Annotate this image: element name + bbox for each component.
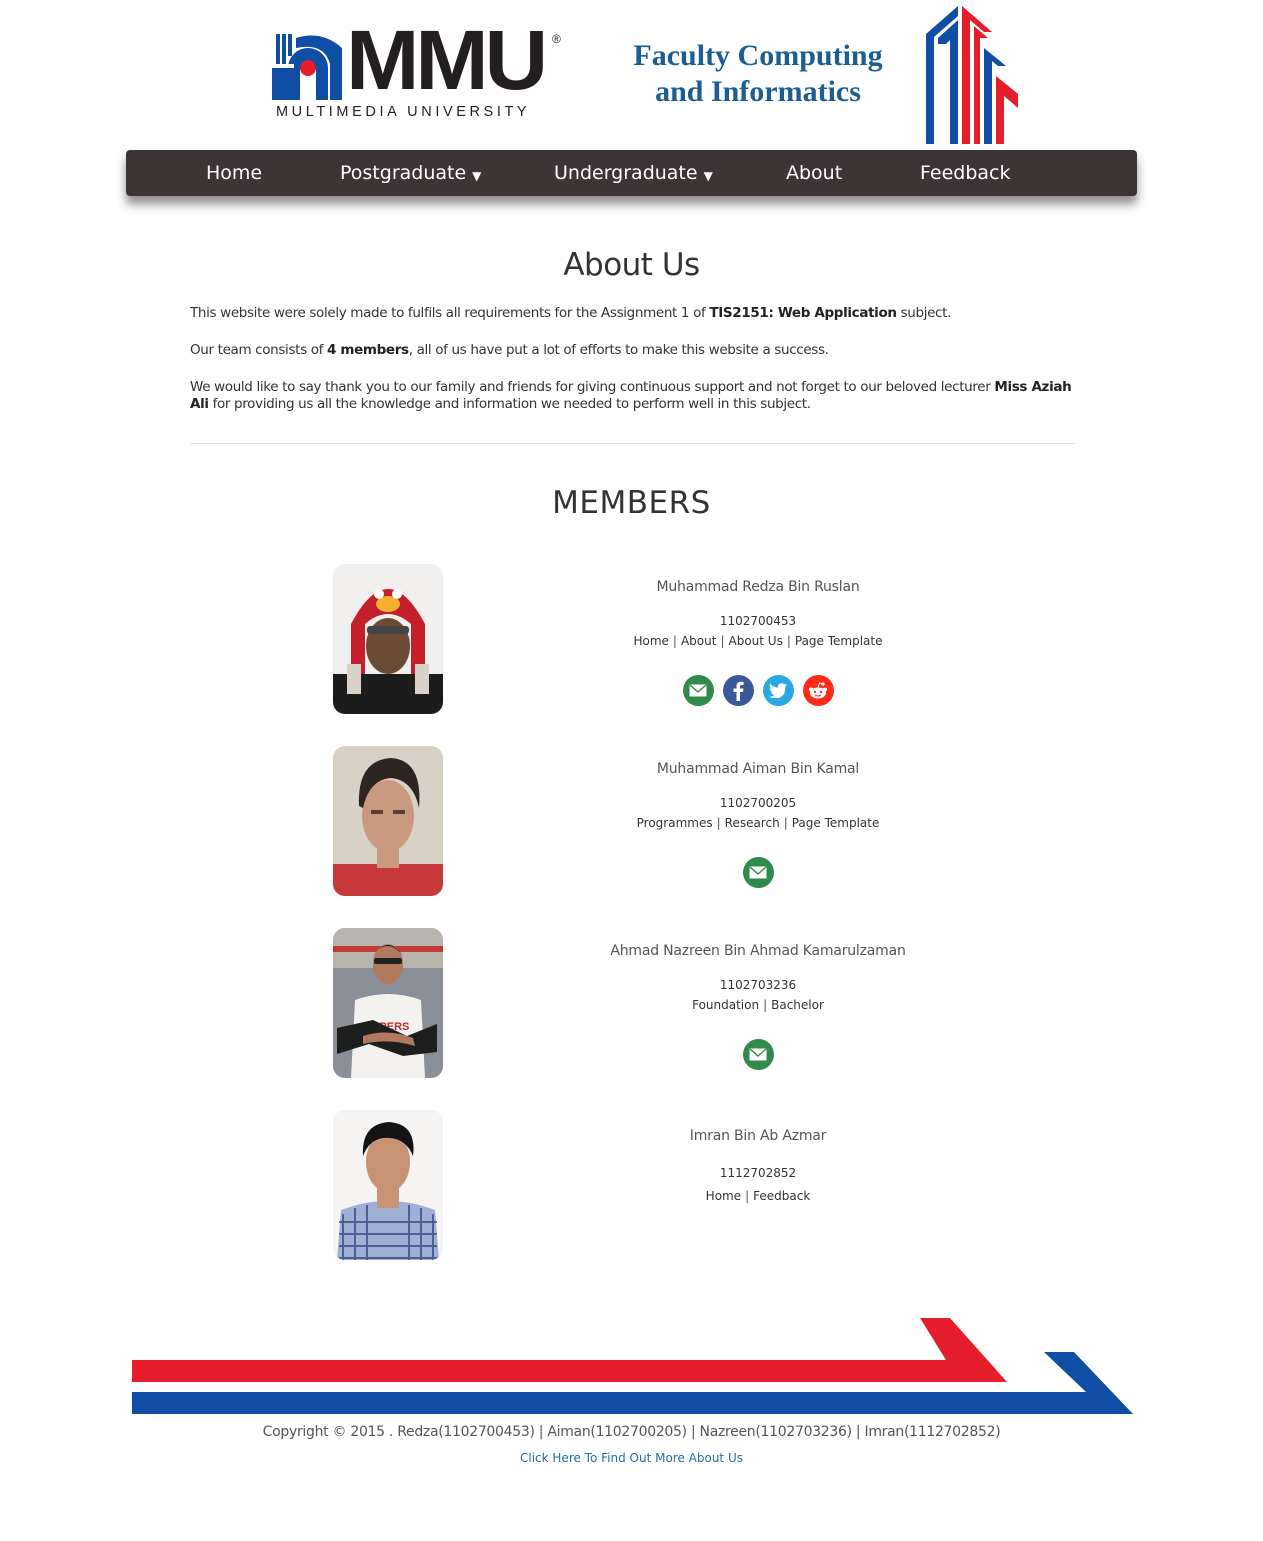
- faculty-title-line-1: Faculty Computing: [633, 39, 883, 72]
- member-card: Imran Bin Ab Azmar 1112702852 Home | Feedb…: [0, 1110, 1263, 1270]
- member-info: Muhammad Redza Bin Ruslan 1102700453 Hom…: [558, 579, 958, 706]
- caret-down-icon: ▼: [472, 169, 482, 183]
- nav-feedback[interactable]: Feedback: [920, 150, 1010, 196]
- site-header: MMU ® MULTIMEDIA UNIVERSITY Faculty Comp…: [0, 0, 1263, 150]
- faculty-arrows-logo-icon: [926, 6, 1018, 144]
- nav-undergraduate[interactable]: Undergraduate ▼: [554, 150, 713, 196]
- member-photo: [333, 746, 443, 896]
- member-link-bachelor[interactable]: Bachelor: [771, 998, 824, 1012]
- member-link-about-us[interactable]: About Us: [729, 634, 783, 648]
- member-name: Ahmad Nazreen Bin Ahmad Kamarulzaman: [610, 943, 906, 959]
- member-link-home[interactable]: Home: [706, 1189, 741, 1203]
- nav-home[interactable]: Home: [206, 150, 262, 196]
- member-link-foundation[interactable]: Foundation: [692, 998, 759, 1012]
- nav-postgraduate-label: Postgraduate: [340, 162, 467, 184]
- member-socials: [558, 1039, 958, 1070]
- member-link-home[interactable]: Home: [633, 634, 668, 648]
- nav-about-label: About: [786, 162, 843, 184]
- member-photo: VIPERS: [333, 928, 443, 1078]
- main-navbar: Home Postgraduate ▼ Undergraduate ▼ About …: [126, 150, 1137, 196]
- member-name: Muhammad Aiman Bin Kamal: [656, 761, 860, 777]
- find-out-more-link[interactable]: Click Here To Find Out More About Us: [0, 1451, 1263, 1465]
- member-socials: [558, 857, 958, 888]
- section-divider: [190, 443, 1075, 444]
- nav-home-label: Home: [206, 162, 263, 184]
- member-socials: [558, 675, 958, 706]
- member-link-feedback[interactable]: Feedback: [753, 1189, 810, 1203]
- member-links: Home | About | About Us | Page Template: [633, 634, 883, 648]
- member-link-programmes[interactable]: Programmes: [637, 816, 713, 830]
- nav-feedback-label: Feedback: [920, 162, 1011, 184]
- about-p2-text: Our team consists of: [190, 342, 327, 358]
- members-title: MEMBERS: [552, 485, 711, 521]
- member-id: 1102700453: [719, 614, 797, 628]
- member-info: Muhammad Aiman Bin Kamal 1102700205 Prog…: [558, 761, 958, 888]
- caret-down-icon: ▼: [703, 169, 713, 183]
- member-id: 1112702852: [719, 1166, 797, 1180]
- about-p2-end: , all of us have put a lot of efforts to…: [408, 342, 829, 358]
- member-info: Ahmad Nazreen Bin Ahmad Kamarulzaman 110…: [558, 943, 958, 1070]
- registered-mark: ®: [552, 32, 561, 46]
- mmu-logo[interactable]: MMU ® MULTIMEDIA UNIVERSITY: [272, 18, 572, 124]
- nav-undergraduate-label: Undergraduate: [554, 162, 698, 184]
- member-info: Imran Bin Ab Azmar 1112702852 Home | Feedb…: [558, 1128, 958, 1203]
- member-card: VIPERS Ahmad Nazreen Bin Ahmad Kamarulza…: [0, 928, 1263, 1088]
- member-link-research[interactable]: Research: [725, 816, 780, 830]
- mmu-subtitle: MULTIMEDIA UNIVERSITY: [276, 104, 531, 120]
- about-p1-text: This website were solely made to fulfils…: [190, 305, 710, 321]
- about-p3-text: We would like to say thank you to our fa…: [190, 379, 995, 395]
- member-links: Home | Feedback: [705, 1189, 811, 1203]
- about-paragraph-1: This website were solely made to fulfils…: [190, 305, 1075, 322]
- faculty-title-line-2: and Informatics: [655, 75, 861, 108]
- twitter-icon[interactable]: [762, 675, 794, 706]
- about-paragraph-2: Our team consists of 4 members, all of u…: [190, 342, 1075, 359]
- member-link-page-template[interactable]: Page Template: [795, 634, 883, 648]
- member-id: 1102700205: [719, 796, 797, 810]
- subject-code: TIS2151: Web Application: [709, 305, 897, 321]
- member-link-about[interactable]: About: [681, 634, 716, 648]
- member-link-page-template[interactable]: Page Template: [792, 816, 880, 830]
- member-photo: [333, 564, 443, 714]
- member-links: Foundation | Bachelor: [692, 998, 824, 1012]
- member-card: Muhammad Aiman Bin Kamal 1102700205 Prog…: [0, 746, 1263, 906]
- member-photo: [333, 1110, 443, 1260]
- nav-postgraduate[interactable]: Postgraduate ▼: [340, 150, 481, 196]
- member-card: Muhammad Redza Bin Ruslan 1102700453 Hom…: [0, 564, 1263, 724]
- about-p1-end: subject.: [896, 305, 952, 321]
- nav-about[interactable]: About: [786, 150, 842, 196]
- member-name: Imran Bin Ab Azmar: [689, 1128, 827, 1144]
- member-links: Programmes | Research | Page Template: [636, 816, 880, 830]
- mmu-wordmark: MMU: [346, 13, 548, 107]
- copyright-text: Copyright © 2015 . Redza(1102700453) | A…: [262, 1424, 1001, 1440]
- email-icon[interactable]: [742, 1039, 774, 1070]
- about-p3-end: for providing us all the knowledge and i…: [208, 396, 811, 412]
- footer-arrows-icon: [132, 1318, 1133, 1414]
- member-id: 1102703236: [719, 978, 797, 992]
- about-title: About Us: [563, 247, 700, 283]
- about-paragraph-3: We would like to say thank you to our fa…: [190, 379, 1075, 413]
- member-name: Muhammad Redza Bin Ruslan: [656, 579, 860, 595]
- email-icon[interactable]: [682, 675, 714, 706]
- reddit-icon[interactable]: [802, 675, 834, 706]
- email-icon[interactable]: [742, 857, 774, 888]
- mmu-emblem-icon: [272, 34, 342, 100]
- faculty-title: Faculty Computing and Informatics: [608, 38, 908, 110]
- facebook-icon[interactable]: [722, 675, 754, 706]
- member-count: 4 members: [326, 342, 409, 358]
